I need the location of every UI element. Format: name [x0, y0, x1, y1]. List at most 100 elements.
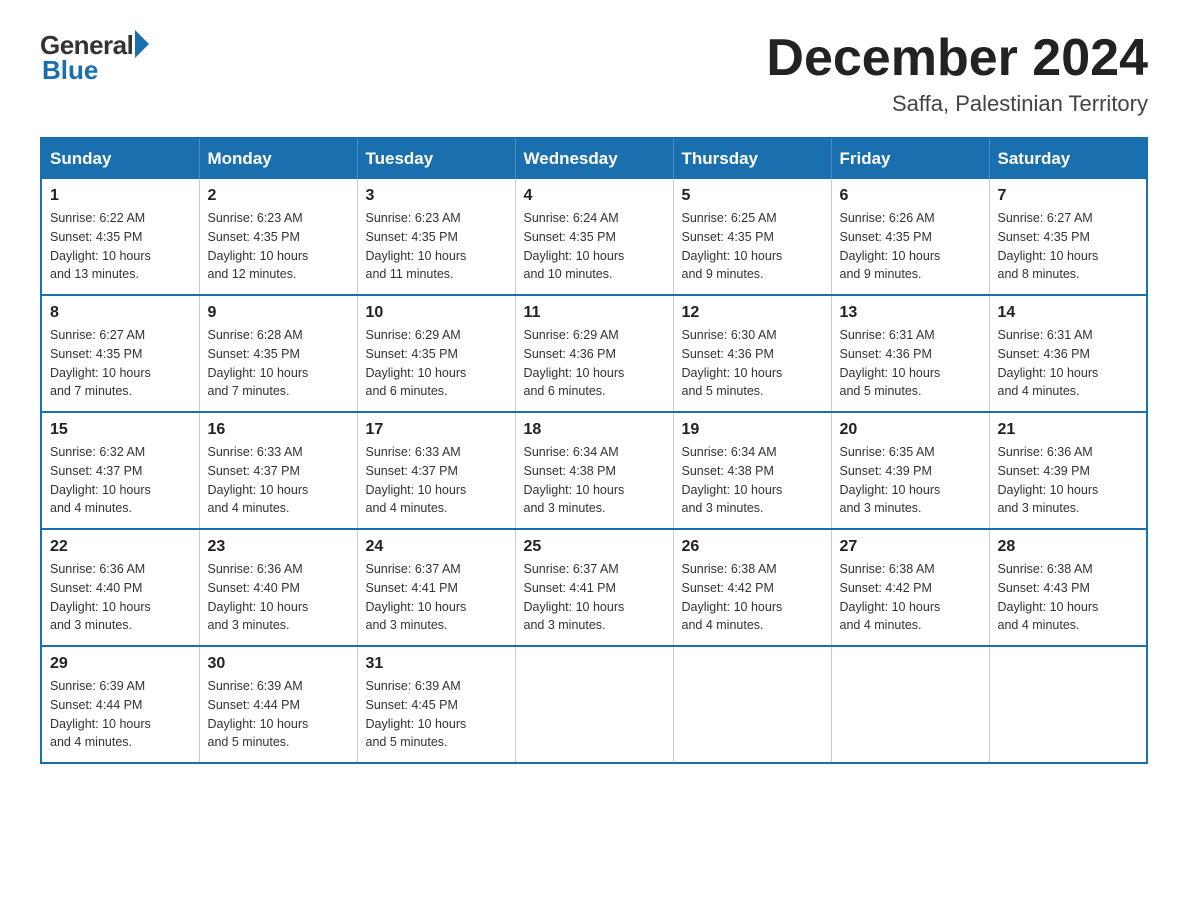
day-info: Sunrise: 6:33 AMSunset: 4:37 PMDaylight:…: [208, 445, 309, 515]
day-info: Sunrise: 6:39 AMSunset: 4:44 PMDaylight:…: [208, 679, 309, 749]
day-number: 28: [998, 538, 1139, 556]
day-info: Sunrise: 6:34 AMSunset: 4:38 PMDaylight:…: [682, 445, 783, 515]
day-info: Sunrise: 6:31 AMSunset: 4:36 PMDaylight:…: [998, 328, 1099, 398]
calendar-cell: [831, 646, 989, 763]
calendar-cell: 25 Sunrise: 6:37 AMSunset: 4:41 PMDaylig…: [515, 529, 673, 646]
day-number: 30: [208, 655, 349, 673]
calendar-cell: 26 Sunrise: 6:38 AMSunset: 4:42 PMDaylig…: [673, 529, 831, 646]
day-info: Sunrise: 6:38 AMSunset: 4:42 PMDaylight:…: [840, 562, 941, 632]
day-info: Sunrise: 6:29 AMSunset: 4:36 PMDaylight:…: [524, 328, 625, 398]
day-info: Sunrise: 6:38 AMSunset: 4:43 PMDaylight:…: [998, 562, 1099, 632]
logo-blue-text: Blue: [42, 55, 98, 86]
calendar-week-row: 1 Sunrise: 6:22 AMSunset: 4:35 PMDayligh…: [41, 179, 1147, 295]
day-info: Sunrise: 6:34 AMSunset: 4:38 PMDaylight:…: [524, 445, 625, 515]
calendar-cell: 7 Sunrise: 6:27 AMSunset: 4:35 PMDayligh…: [989, 179, 1147, 295]
weekday-header-saturday: Saturday: [989, 138, 1147, 179]
day-number: 10: [366, 304, 507, 322]
calendar-cell: 16 Sunrise: 6:33 AMSunset: 4:37 PMDaylig…: [199, 412, 357, 529]
location-subtitle: Saffa, Palestinian Territory: [766, 91, 1148, 117]
day-info: Sunrise: 6:38 AMSunset: 4:42 PMDaylight:…: [682, 562, 783, 632]
calendar-cell: 12 Sunrise: 6:30 AMSunset: 4:36 PMDaylig…: [673, 295, 831, 412]
calendar-cell: 19 Sunrise: 6:34 AMSunset: 4:38 PMDaylig…: [673, 412, 831, 529]
calendar-cell: 11 Sunrise: 6:29 AMSunset: 4:36 PMDaylig…: [515, 295, 673, 412]
day-number: 17: [366, 421, 507, 439]
calendar-cell: 9 Sunrise: 6:28 AMSunset: 4:35 PMDayligh…: [199, 295, 357, 412]
day-info: Sunrise: 6:36 AMSunset: 4:40 PMDaylight:…: [208, 562, 309, 632]
weekday-header-row: SundayMondayTuesdayWednesdayThursdayFrid…: [41, 138, 1147, 179]
day-info: Sunrise: 6:39 AMSunset: 4:45 PMDaylight:…: [366, 679, 467, 749]
calendar-cell: 30 Sunrise: 6:39 AMSunset: 4:44 PMDaylig…: [199, 646, 357, 763]
calendar-table: SundayMondayTuesdayWednesdayThursdayFrid…: [40, 137, 1148, 764]
calendar-cell: [515, 646, 673, 763]
day-number: 4: [524, 187, 665, 205]
calendar-cell: 28 Sunrise: 6:38 AMSunset: 4:43 PMDaylig…: [989, 529, 1147, 646]
day-number: 20: [840, 421, 981, 439]
title-block: December 2024 Saffa, Palestinian Territo…: [766, 30, 1148, 117]
day-number: 22: [50, 538, 191, 556]
day-number: 13: [840, 304, 981, 322]
day-number: 14: [998, 304, 1139, 322]
day-info: Sunrise: 6:27 AMSunset: 4:35 PMDaylight:…: [50, 328, 151, 398]
weekday-header-thursday: Thursday: [673, 138, 831, 179]
day-number: 26: [682, 538, 823, 556]
day-info: Sunrise: 6:27 AMSunset: 4:35 PMDaylight:…: [998, 211, 1099, 281]
day-number: 16: [208, 421, 349, 439]
day-info: Sunrise: 6:28 AMSunset: 4:35 PMDaylight:…: [208, 328, 309, 398]
calendar-cell: [673, 646, 831, 763]
day-number: 5: [682, 187, 823, 205]
day-info: Sunrise: 6:31 AMSunset: 4:36 PMDaylight:…: [840, 328, 941, 398]
calendar-week-row: 15 Sunrise: 6:32 AMSunset: 4:37 PMDaylig…: [41, 412, 1147, 529]
day-number: 7: [998, 187, 1139, 205]
day-number: 18: [524, 421, 665, 439]
day-info: Sunrise: 6:37 AMSunset: 4:41 PMDaylight:…: [366, 562, 467, 632]
calendar-cell: 15 Sunrise: 6:32 AMSunset: 4:37 PMDaylig…: [41, 412, 199, 529]
calendar-cell: 29 Sunrise: 6:39 AMSunset: 4:44 PMDaylig…: [41, 646, 199, 763]
calendar-cell: 14 Sunrise: 6:31 AMSunset: 4:36 PMDaylig…: [989, 295, 1147, 412]
calendar-cell: 13 Sunrise: 6:31 AMSunset: 4:36 PMDaylig…: [831, 295, 989, 412]
day-number: 3: [366, 187, 507, 205]
day-number: 25: [524, 538, 665, 556]
calendar-cell: 6 Sunrise: 6:26 AMSunset: 4:35 PMDayligh…: [831, 179, 989, 295]
day-number: 9: [208, 304, 349, 322]
day-info: Sunrise: 6:29 AMSunset: 4:35 PMDaylight:…: [366, 328, 467, 398]
weekday-header-tuesday: Tuesday: [357, 138, 515, 179]
day-info: Sunrise: 6:35 AMSunset: 4:39 PMDaylight:…: [840, 445, 941, 515]
day-info: Sunrise: 6:23 AMSunset: 4:35 PMDaylight:…: [208, 211, 309, 281]
day-info: Sunrise: 6:25 AMSunset: 4:35 PMDaylight:…: [682, 211, 783, 281]
day-number: 23: [208, 538, 349, 556]
day-number: 15: [50, 421, 191, 439]
calendar-cell: 8 Sunrise: 6:27 AMSunset: 4:35 PMDayligh…: [41, 295, 199, 412]
weekday-header-monday: Monday: [199, 138, 357, 179]
calendar-cell: 31 Sunrise: 6:39 AMSunset: 4:45 PMDaylig…: [357, 646, 515, 763]
calendar-cell: 10 Sunrise: 6:29 AMSunset: 4:35 PMDaylig…: [357, 295, 515, 412]
day-info: Sunrise: 6:37 AMSunset: 4:41 PMDaylight:…: [524, 562, 625, 632]
day-info: Sunrise: 6:36 AMSunset: 4:39 PMDaylight:…: [998, 445, 1099, 515]
calendar-cell: 4 Sunrise: 6:24 AMSunset: 4:35 PMDayligh…: [515, 179, 673, 295]
calendar-cell: 5 Sunrise: 6:25 AMSunset: 4:35 PMDayligh…: [673, 179, 831, 295]
calendar-week-row: 22 Sunrise: 6:36 AMSunset: 4:40 PMDaylig…: [41, 529, 1147, 646]
day-number: 27: [840, 538, 981, 556]
calendar-cell: 2 Sunrise: 6:23 AMSunset: 4:35 PMDayligh…: [199, 179, 357, 295]
day-info: Sunrise: 6:33 AMSunset: 4:37 PMDaylight:…: [366, 445, 467, 515]
logo: General Blue: [40, 30, 149, 86]
weekday-header-friday: Friday: [831, 138, 989, 179]
calendar-cell: 24 Sunrise: 6:37 AMSunset: 4:41 PMDaylig…: [357, 529, 515, 646]
day-number: 31: [366, 655, 507, 673]
day-number: 6: [840, 187, 981, 205]
calendar-cell: 17 Sunrise: 6:33 AMSunset: 4:37 PMDaylig…: [357, 412, 515, 529]
calendar-cell: 1 Sunrise: 6:22 AMSunset: 4:35 PMDayligh…: [41, 179, 199, 295]
calendar-week-row: 29 Sunrise: 6:39 AMSunset: 4:44 PMDaylig…: [41, 646, 1147, 763]
calendar-cell: 23 Sunrise: 6:36 AMSunset: 4:40 PMDaylig…: [199, 529, 357, 646]
day-number: 19: [682, 421, 823, 439]
calendar-week-row: 8 Sunrise: 6:27 AMSunset: 4:35 PMDayligh…: [41, 295, 1147, 412]
day-info: Sunrise: 6:23 AMSunset: 4:35 PMDaylight:…: [366, 211, 467, 281]
day-number: 29: [50, 655, 191, 673]
calendar-cell: 27 Sunrise: 6:38 AMSunset: 4:42 PMDaylig…: [831, 529, 989, 646]
logo-triangle-icon: [135, 30, 149, 58]
day-info: Sunrise: 6:30 AMSunset: 4:36 PMDaylight:…: [682, 328, 783, 398]
day-number: 24: [366, 538, 507, 556]
calendar-cell: 21 Sunrise: 6:36 AMSunset: 4:39 PMDaylig…: [989, 412, 1147, 529]
day-info: Sunrise: 6:36 AMSunset: 4:40 PMDaylight:…: [50, 562, 151, 632]
day-info: Sunrise: 6:24 AMSunset: 4:35 PMDaylight:…: [524, 211, 625, 281]
calendar-cell: [989, 646, 1147, 763]
